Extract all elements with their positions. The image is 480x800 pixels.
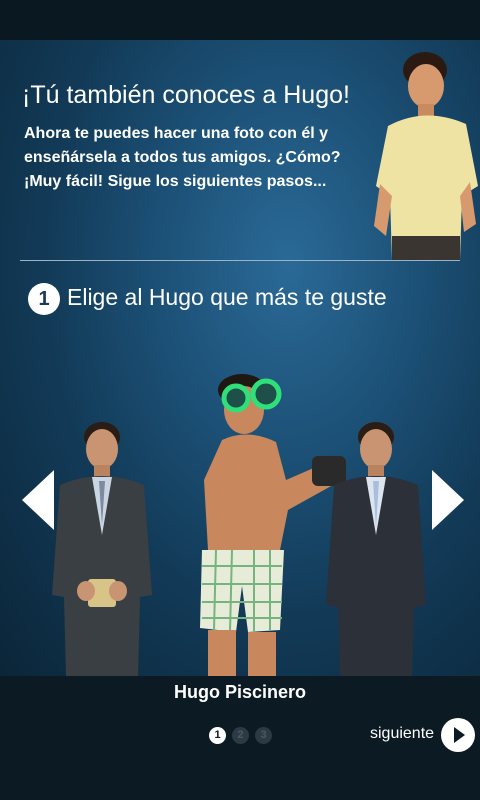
hugo-intro-photo [374, 52, 478, 260]
hugo-option-suit-right[interactable] [326, 415, 430, 677]
intro-text: Ahora te puedes hacer una foto con él y … [24, 125, 341, 190]
step-label: Elige al Hugo que más te guste [67, 284, 387, 310]
chevron-left-icon[interactable] [22, 470, 62, 530]
page-dot-2[interactable]: 2 [232, 727, 249, 744]
chevron-right-icon[interactable] [430, 470, 470, 530]
hugo-option-suit-left[interactable] [50, 415, 154, 677]
status-bar [0, 0, 480, 40]
selected-character-name: Hugo Piscinero [173, 682, 307, 702]
carousel-pagination: 1 2 3 [209, 727, 272, 744]
page-title: ¡Tú también conoces a Hugo! [22, 81, 350, 109]
next-button-label[interactable]: siguiente [370, 725, 434, 743]
step-number-badge: 1 [28, 283, 60, 315]
page-dot-1[interactable]: 1 [209, 727, 226, 744]
divider [20, 260, 460, 261]
play-circle-icon[interactable] [440, 717, 476, 753]
page-dot-3[interactable]: 3 [255, 727, 272, 744]
